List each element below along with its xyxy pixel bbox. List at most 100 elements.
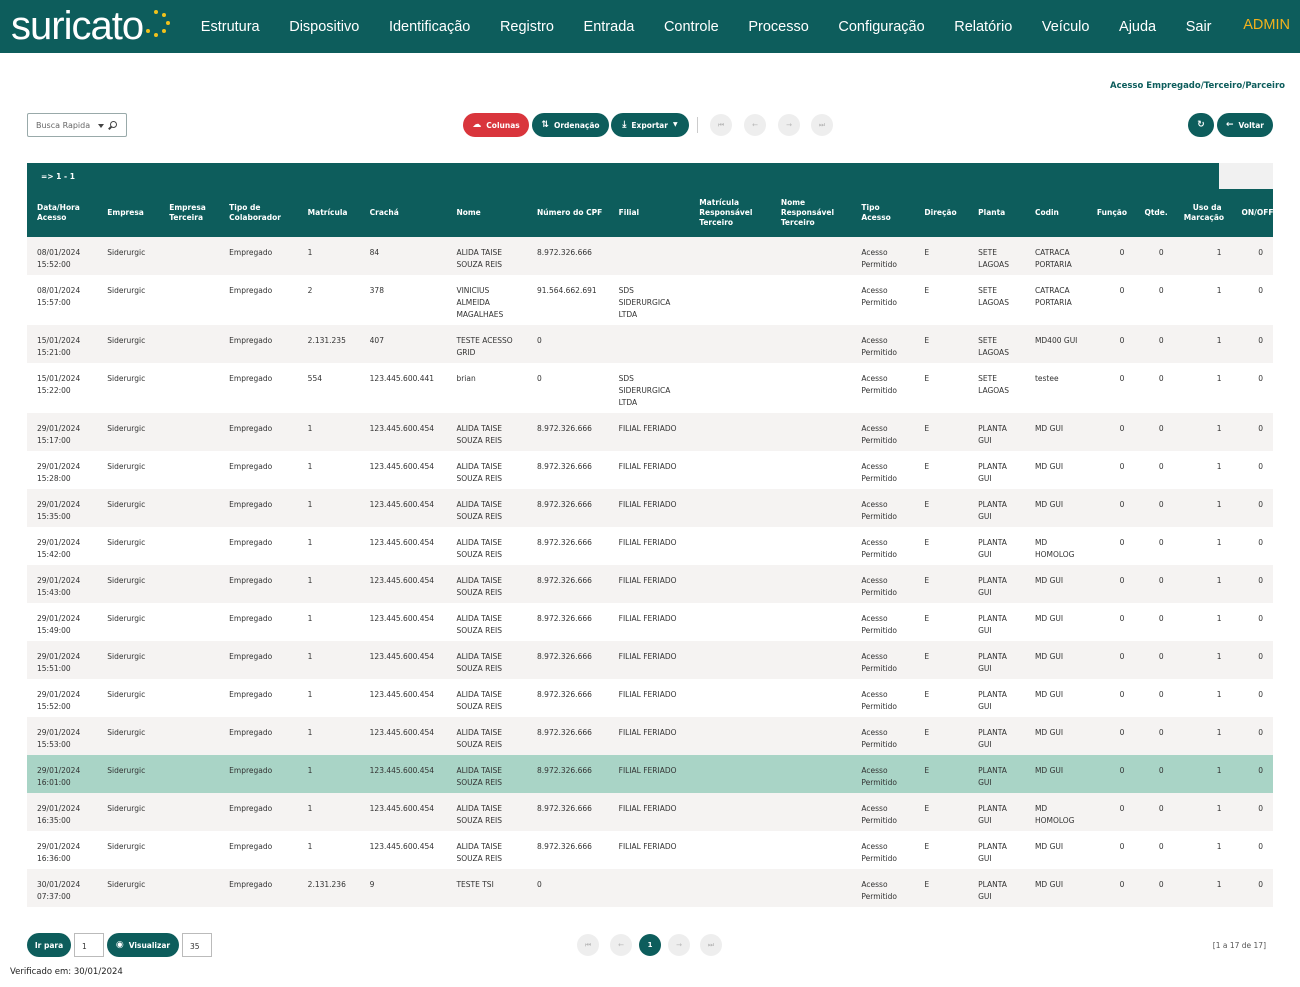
table-cell: ALIDA TAISE SOUZA REIS [456,804,503,825]
table-cell: Empregado [229,614,273,623]
table-cell: 29/01/2024 15:17:00 [37,424,81,445]
table-cell: E [924,462,930,471]
column-header[interactable]: Planta [968,189,1025,237]
table-cell: 0 [1258,614,1263,623]
nav-item-dispositivo[interactable]: Dispositivo [274,19,374,35]
table-row[interactable]: 15/01/2024 15:21:00 Siderurgic Empregado 2.… [27,325,1273,363]
nav-item-estrutura[interactable]: Estrutura [186,19,274,35]
column-header[interactable]: Número do CPF [527,189,609,237]
footer-prev-page-icon[interactable]: ← [610,934,632,956]
nav-item-relatorio[interactable]: Relatório [939,19,1027,35]
nav-item-veiculo[interactable]: Veículo [1027,19,1104,35]
table-cell: Siderurgic [107,286,146,295]
dropdown-caret-icon[interactable] [98,124,104,128]
table-cell: MD GUI [1034,766,1064,775]
table-row[interactable]: 29/01/2024 15:51:00 Siderurgic Empregado 1 1… [27,641,1273,679]
table-cell: 0 [1158,336,1164,345]
first-page-icon[interactable]: ⏮ [710,114,732,136]
table-cell: MD GUI [1034,424,1064,433]
goto-button[interactable]: Ir para [27,933,71,957]
column-header[interactable]: ON/OFF [1231,189,1274,237]
column-header[interactable]: Tipo Acesso [851,189,915,237]
table-cell: E [924,766,930,775]
column-header[interactable]: Empresa [97,189,160,237]
table-row[interactable]: 29/01/2024 16:36:00 Siderurgic Empregado 1 1… [27,831,1273,869]
column-header[interactable]: Filial [608,189,690,237]
table-cell: 0 [1158,286,1164,295]
columns-button[interactable]: ☁ Colunas [463,113,529,137]
last-page-icon[interactable]: ⏭ [811,114,833,136]
footer-first-page-icon[interactable]: ⏮ [577,934,599,956]
table-cell: SDS SIDERURGICA LTDA [618,286,671,319]
nav-item-ajuda[interactable]: Ajuda [1104,19,1171,35]
column-header[interactable]: Tipo de Colaborador [219,189,298,237]
column-header[interactable]: Nome Responsável Terceiro [770,189,852,237]
table-cell [159,565,219,603]
nav-item-sair[interactable]: Sair [1171,19,1226,35]
table-row[interactable]: 29/01/2024 15:17:00 Siderurgic Empregado 1 1… [27,413,1273,451]
brand-logo[interactable]: suricato [11,4,144,48]
goto-page-input[interactable]: 1 [74,933,104,957]
table-cell: 1 [1216,500,1222,509]
nav-item-controle[interactable]: Controle [649,19,733,35]
table-row[interactable]: 29/01/2024 15:49:00 Siderurgic Empregado 1 1… [27,603,1273,641]
table-cell: Empregado [229,538,273,547]
back-button[interactable]: ← Voltar [1217,113,1273,137]
page-size-input[interactable]: 35 [182,933,212,957]
user-label[interactable]: ADMIN [1243,17,1290,33]
table-row[interactable]: 29/01/2024 15:35:00 Siderurgic Empregado 1 1… [27,489,1273,527]
table-row[interactable]: 30/01/2024 07:37:00 Siderurgic Empregado 2.… [27,869,1273,907]
column-header[interactable]: Matrícula Responsável Terceiro [689,189,771,237]
nav-item-processo[interactable]: Processo [734,19,824,35]
table-row[interactable]: 29/01/2024 16:35:00 Siderurgic Empregado 1 1… [27,793,1273,831]
table-cell: E [924,538,930,547]
table-row[interactable]: 29/01/2024 15:52:00 Siderurgic Empregado 1 1… [27,679,1273,717]
table-row[interactable]: 29/01/2024 16:01:00 Siderurgic Empregado 1 1… [27,755,1273,793]
nav-item-entrada[interactable]: Entrada [569,19,649,35]
table-cell [689,489,771,527]
prev-page-icon[interactable]: ← [744,114,766,136]
export-button[interactable]: ⤓ Exportar ▼ [611,113,689,137]
table-cell: 0 [1258,538,1263,547]
nav-item-configuracao[interactable]: Configuração [824,19,940,35]
next-page-icon[interactable]: → [778,114,800,136]
table-cell [771,363,852,413]
refresh-button[interactable]: ↻ [1188,113,1214,137]
table-row[interactable]: 29/01/2024 15:43:00 Siderurgic Empregado 1 1… [27,565,1273,603]
order-button[interactable]: ⇅ Ordenação [532,113,609,137]
table-cell: Empregado [229,424,273,433]
nav-item-registro[interactable]: Registro [485,19,569,35]
table-cell [159,831,219,869]
table-cell: 29/01/2024 15:53:00 [37,728,81,749]
table-cell: Acesso Permitido [861,336,897,357]
table-row[interactable]: 15/01/2024 15:22:00 Siderurgic Empregado 55… [27,363,1273,413]
column-header[interactable]: Data/Hora Acesso [27,189,98,237]
column-header[interactable]: Matrícula [297,189,360,237]
column-header[interactable]: Uso da Marcação [1173,189,1232,237]
nav-item-identificacao[interactable]: Identificação [374,19,485,35]
page-number-button[interactable]: 1 [639,934,661,956]
table-row[interactable]: 08/01/2024 15:57:00 Siderurgic Empregado 2 3… [27,275,1273,325]
footer-last-page-icon[interactable]: ⏭ [700,934,722,956]
table-row[interactable]: 29/01/2024 15:53:00 Siderurgic Empregado 1 1… [27,717,1273,755]
table-row[interactable]: 29/01/2024 15:28:00 Siderurgic Empregado 1 1… [27,451,1273,489]
column-header[interactable]: Codin [1024,189,1087,237]
table-row[interactable]: 08/01/2024 15:52:00 Siderurgic Empregado 1 8… [27,237,1273,275]
search-icon[interactable] [110,121,117,128]
table-cell: 1 [307,614,313,623]
table-cell: PLANTA GUI [978,690,1007,711]
table-row[interactable]: 29/01/2024 15:42:00 Siderurgic Empregado 1 1… [27,527,1273,565]
table-cell: 0 [1119,766,1125,775]
footer-next-page-icon[interactable]: → [668,934,690,956]
table-cell: MD HOMOLOG [1034,804,1075,825]
view-button[interactable]: ◉ Visualizar [107,933,179,957]
column-header[interactable]: Empresa Terceira [159,189,220,237]
quick-search-input[interactable]: Busca Rapida [27,113,127,137]
eye-icon: ◉ [115,939,124,950]
column-header[interactable]: Função [1086,189,1135,237]
column-header[interactable]: Direção [914,189,969,237]
column-header[interactable]: Nome [446,189,528,237]
table-cell: 1 [1216,766,1222,775]
column-header[interactable]: Qtde. [1134,189,1174,237]
column-header[interactable]: Crachá [359,189,447,237]
